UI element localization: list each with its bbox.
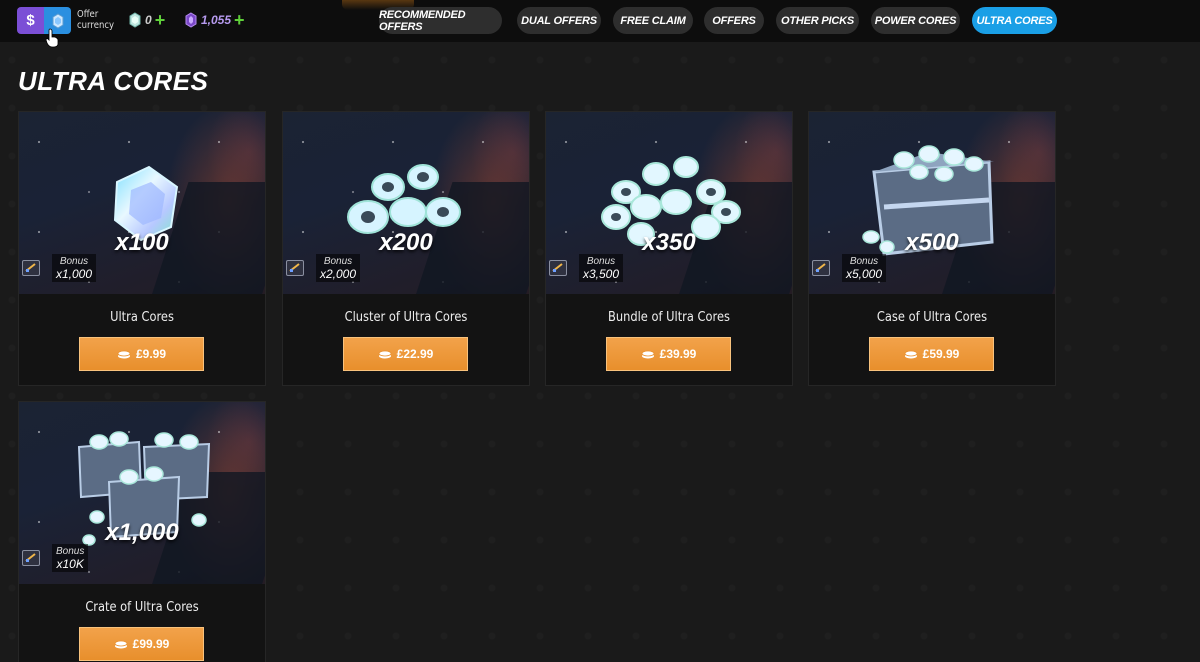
bonus-ticket-icon — [812, 260, 830, 276]
tab-other-picks[interactable]: Other Picks — [776, 7, 859, 34]
ultra-core-balance-value: 0 — [145, 13, 152, 27]
offer-name: Bundle of Ultra Cores — [608, 310, 730, 325]
buy-button[interactable]: £59.99 — [869, 337, 994, 371]
offer-name: Crate of Ultra Cores — [85, 600, 199, 615]
offer-name: Case of Ultra Cores — [876, 310, 988, 325]
bonus-value: x10K — [56, 557, 84, 571]
bonus-badge: Bonus x1,000 — [22, 254, 97, 282]
offer-name: Ultra Cores — [110, 310, 174, 325]
ultra-core-icon — [52, 12, 63, 29]
coins-icon — [114, 640, 128, 648]
bonus-badge: Bonus x3,500 — [549, 254, 624, 282]
purple-gem-icon — [185, 12, 197, 28]
tab-power-cores[interactable]: Power Cores — [871, 7, 960, 34]
offer-currency-toggle[interactable]: $ — [17, 7, 71, 34]
gem-balance: 1,055 + — [184, 11, 245, 29]
coins-icon — [117, 350, 131, 358]
tab-dual-offers[interactable]: Dual Offers — [517, 7, 601, 34]
add-ultra-cores-plus-icon[interactable]: + — [155, 11, 166, 29]
price-label: £9.99 — [135, 347, 167, 361]
bonus-value: x1,000 — [56, 267, 93, 281]
buy-button[interactable]: £99.99 — [79, 627, 204, 661]
dollar-toggle-option[interactable]: $ — [17, 7, 44, 34]
coins-icon — [641, 350, 655, 358]
buy-button[interactable]: £39.99 — [606, 337, 731, 371]
tab-ultra-cores[interactable]: Ultra Cores — [972, 7, 1057, 34]
offer-currency-label-line1: Offer — [77, 9, 99, 20]
offer-quantity: x1,000 — [105, 519, 179, 546]
offer-quantity: x100 — [115, 229, 169, 256]
bonus-ticket-icon — [549, 260, 567, 276]
offer-card-ultra-cores[interactable]: x100 Bonus x1,000 Ultra Cores £9.99 — [18, 111, 266, 386]
offer-card-cluster-of-ultra-cores[interactable]: x200 Bonus x2,000 Cluster of Ultra Cores… — [282, 111, 530, 386]
tab-free-claim[interactable]: Free Claim — [613, 7, 693, 34]
bonus-badge: Bonus x5,000 — [812, 254, 887, 282]
bonus-badge: Bonus x2,000 — [286, 254, 361, 282]
tab-offers[interactable]: Offers — [704, 7, 764, 34]
offer-currency-label-line2: currency — [77, 20, 115, 31]
add-gems-plus-icon[interactable]: + — [234, 11, 245, 29]
ultra-core-icon — [129, 12, 141, 28]
ultra-core-balance: 0 + — [128, 11, 166, 29]
price-label: £22.99 — [396, 347, 434, 361]
bonus-value: x3,500 — [583, 267, 620, 281]
buy-button[interactable]: £22.99 — [343, 337, 468, 371]
buy-button[interactable]: £9.99 — [79, 337, 204, 371]
bonus-badge: Bonus x10K — [22, 544, 89, 572]
section-title: Ultra Cores — [18, 66, 209, 96]
top-bar: $ Offer currency 0 + 1,055 + Recommended… — [0, 0, 1200, 48]
hand-cursor-icon — [46, 28, 59, 48]
offer-card-case-of-ultra-cores[interactable]: x500 Bonus x5,000 Case of Ultra Cores £5… — [808, 111, 1056, 386]
bonus-ticket-icon — [22, 550, 40, 566]
offer-quantity: x500 — [905, 229, 959, 256]
coins-icon — [904, 350, 918, 358]
offer-card-crate-of-ultra-cores[interactable]: x1,000 Bonus x10K Crate of Ultra Cores £… — [18, 401, 266, 662]
tab-recommended-offers[interactable]: Recommended Offers — [379, 7, 502, 34]
price-label: £59.99 — [922, 347, 960, 361]
offer-currency-label: Offer currency — [77, 9, 114, 31]
bonus-value: x2,000 — [320, 267, 357, 281]
offer-quantity: x350 — [642, 229, 696, 256]
gem-balance-value: 1,055 — [201, 13, 232, 27]
bonus-ticket-icon — [22, 260, 40, 276]
coins-icon — [378, 350, 392, 358]
bonus-ticket-icon — [286, 260, 304, 276]
offer-card-bundle-of-ultra-cores[interactable]: x350 Bonus x3,500 Bundle of Ultra Cores … — [545, 111, 793, 386]
price-label: £99.99 — [132, 637, 170, 651]
offer-name: Cluster of Ultra Cores — [344, 310, 468, 325]
price-label: £39.99 — [659, 347, 697, 361]
bonus-value: x5,000 — [846, 267, 883, 281]
offer-quantity: x200 — [379, 229, 433, 256]
